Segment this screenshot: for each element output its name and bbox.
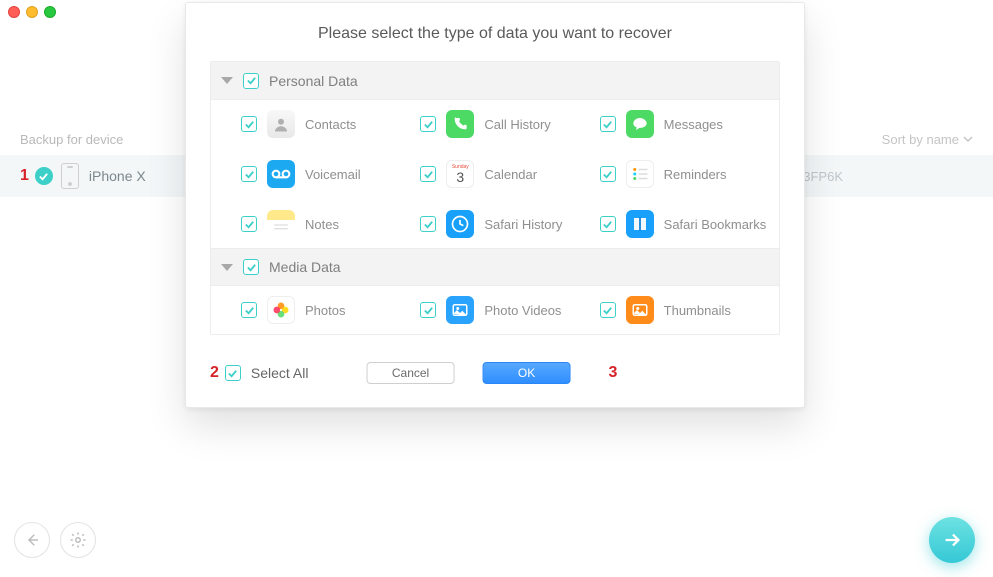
checkbox-reminders[interactable]	[600, 166, 616, 182]
contacts-icon	[267, 110, 295, 138]
checkbox-notes[interactable]	[241, 216, 257, 232]
cancel-button[interactable]: Cancel	[367, 362, 455, 384]
checkbox-contacts[interactable]	[241, 116, 257, 132]
checkbox-messages[interactable]	[600, 116, 616, 132]
item-label: Photo Videos	[484, 303, 561, 318]
voicemail-icon	[267, 160, 295, 188]
bottom-toolbar	[0, 515, 993, 565]
item-label: Safari Bookmarks	[664, 217, 767, 232]
arrow-right-icon	[941, 529, 963, 551]
checkbox-photos[interactable]	[241, 302, 257, 318]
sort-by-dropdown[interactable]: Sort by name	[882, 132, 973, 147]
section-media-header[interactable]: Media Data	[211, 248, 779, 286]
modal-buttons: Cancel OK 3	[367, 362, 624, 384]
chevron-down-icon	[221, 77, 233, 84]
select-all-row[interactable]: Select All	[225, 365, 309, 381]
ok-button[interactable]: OK	[483, 362, 571, 384]
notes-icon	[267, 210, 295, 238]
chevron-down-icon	[963, 134, 973, 144]
thumbnails-icon	[626, 296, 654, 324]
safari-history-icon	[446, 210, 474, 238]
modal-footer: 2 Select All Cancel OK 3	[210, 353, 780, 393]
window-controls	[8, 6, 56, 18]
modal-title: Please select the type of data you want …	[186, 3, 804, 61]
section-personal-header[interactable]: Personal Data	[211, 62, 779, 100]
item-photo-videos[interactable]: Photo Videos	[420, 296, 599, 324]
gear-icon	[69, 531, 87, 549]
reminders-icon	[626, 160, 654, 188]
photo-videos-icon	[446, 296, 474, 324]
item-call-history[interactable]: Call History	[420, 110, 599, 138]
select-all-label: Select All	[251, 365, 309, 381]
calendar-daynum: 3	[456, 170, 464, 184]
phone-icon	[61, 163, 79, 189]
personal-items-grid: Contacts Call History Messages	[211, 100, 779, 248]
item-reminders[interactable]: Reminders	[600, 160, 779, 188]
section-media-checkbox[interactable]	[243, 259, 259, 275]
sort-by-label: Sort by name	[882, 132, 959, 147]
data-type-panel: Personal Data Contacts Call History	[210, 61, 780, 335]
annotation-1: 1	[20, 167, 29, 185]
chevron-down-icon	[221, 264, 233, 271]
item-label: Voicemail	[305, 167, 361, 182]
calendar-icon: Sunday 3	[446, 160, 474, 188]
item-messages[interactable]: Messages	[600, 110, 779, 138]
section-personal-label: Personal Data	[269, 73, 358, 89]
item-notes[interactable]: Notes	[241, 210, 420, 238]
item-label: Thumbnails	[664, 303, 731, 318]
item-label: Safari History	[484, 217, 562, 232]
item-voicemail[interactable]: Voicemail	[241, 160, 420, 188]
device-selected-icon	[35, 167, 53, 185]
messages-icon	[626, 110, 654, 138]
backup-label: Backup for device	[20, 132, 123, 147]
next-button[interactable]	[929, 517, 975, 563]
select-all-checkbox[interactable]	[225, 365, 241, 381]
settings-button[interactable]	[60, 522, 96, 558]
section-personal-checkbox[interactable]	[243, 73, 259, 89]
item-label: Call History	[484, 117, 550, 132]
section-media-label: Media Data	[269, 259, 341, 275]
checkbox-photo-videos[interactable]	[420, 302, 436, 318]
checkbox-call-history[interactable]	[420, 116, 436, 132]
item-contacts[interactable]: Contacts	[241, 110, 420, 138]
zoom-window-button[interactable]	[44, 6, 56, 18]
item-photos[interactable]: Photos	[241, 296, 420, 324]
item-thumbnails[interactable]: Thumbnails	[600, 296, 779, 324]
safari-bookmarks-icon	[626, 210, 654, 238]
back-button[interactable]	[14, 522, 50, 558]
arrow-left-icon	[23, 531, 41, 549]
item-label: Messages	[664, 117, 723, 132]
close-window-button[interactable]	[8, 6, 20, 18]
checkbox-voicemail[interactable]	[241, 166, 257, 182]
device-name: iPhone X	[89, 168, 146, 184]
item-safari-bookmarks[interactable]: Safari Bookmarks	[600, 210, 779, 238]
select-data-modal: Please select the type of data you want …	[185, 2, 805, 408]
phone-call-icon	[446, 110, 474, 138]
item-label: Notes	[305, 217, 339, 232]
media-items-grid: Photos Photo Videos Thumbnails	[211, 286, 779, 334]
checkbox-safari-bookmarks[interactable]	[600, 216, 616, 232]
item-label: Calendar	[484, 167, 537, 182]
item-calendar[interactable]: Sunday 3 Calendar	[420, 160, 599, 188]
annotation-3: 3	[609, 364, 618, 382]
photos-icon	[267, 296, 295, 324]
checkbox-thumbnails[interactable]	[600, 302, 616, 318]
item-label: Photos	[305, 303, 345, 318]
device-serial: 3FP6K	[803, 169, 843, 184]
minimize-window-button[interactable]	[26, 6, 38, 18]
checkbox-calendar[interactable]	[420, 166, 436, 182]
item-safari-history[interactable]: Safari History	[420, 210, 599, 238]
item-label: Contacts	[305, 117, 356, 132]
checkbox-safari-history[interactable]	[420, 216, 436, 232]
item-label: Reminders	[664, 167, 727, 182]
annotation-2: 2	[210, 364, 219, 382]
